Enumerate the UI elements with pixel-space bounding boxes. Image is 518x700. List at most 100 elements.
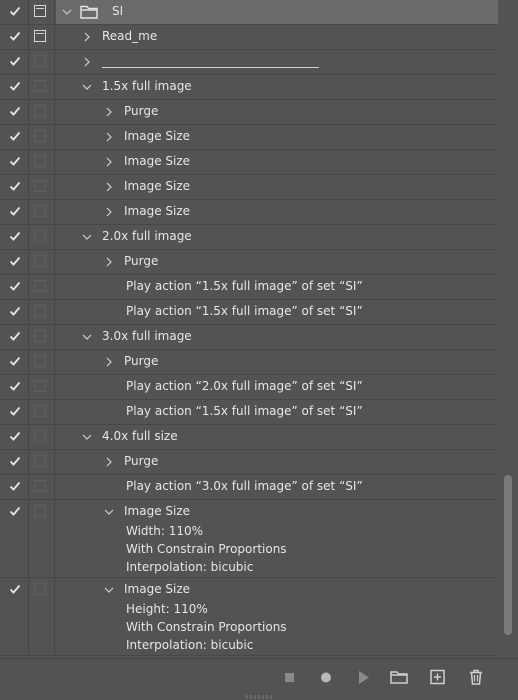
toggle-item-checkbox[interactable] [0, 175, 28, 199]
chevron-right-icon[interactable] [104, 132, 114, 142]
toggle-item-checkbox[interactable] [0, 125, 28, 149]
toggle-item-checkbox[interactable] [0, 300, 28, 324]
action-step-row[interactable]: Image Size Height: 110% With Constrain Pro… [0, 578, 498, 656]
row-content[interactable]: Purge [98, 100, 498, 124]
row-content[interactable]: Image Size [98, 150, 498, 174]
action-step-row[interactable]: Image Size [0, 150, 498, 175]
chevron-down-icon[interactable] [82, 232, 92, 242]
new-set-button[interactable] [387, 666, 411, 688]
toggle-dialog-checkbox[interactable] [29, 100, 54, 124]
action-step-row[interactable]: Purge [0, 100, 498, 125]
action-step-row[interactable]: Play action “1.5x full image” of set “SI… [0, 275, 498, 300]
action-row[interactable]: 1.5x full image [0, 75, 498, 100]
actions-list[interactable]: SI Read_me 1.5x full image Purge Image Size I… [0, 0, 498, 658]
toggle-item-checkbox[interactable] [0, 25, 28, 49]
row-content[interactable]: 3.0x full image [76, 325, 498, 349]
toggle-item-checkbox[interactable] [0, 150, 28, 174]
row-content[interactable]: 4.0x full size [76, 425, 498, 449]
chevron-right-icon[interactable] [104, 357, 114, 367]
row-content[interactable]: Image Size [98, 175, 498, 199]
record-button[interactable] [314, 666, 338, 688]
chevron-right-icon[interactable] [104, 157, 114, 167]
play-button[interactable] [351, 666, 375, 688]
toggle-dialog-checkbox[interactable] [29, 150, 54, 174]
toggle-dialog-checkbox[interactable] [29, 75, 54, 99]
toggle-item-checkbox[interactable] [0, 50, 28, 74]
action-row[interactable]: Read_me [0, 25, 498, 50]
row-content[interactable]: Image Size [98, 125, 498, 149]
toggle-dialog-checkbox[interactable] [29, 275, 54, 299]
row-content[interactable]: Play action “1.5x full image” of set “SI… [118, 400, 498, 424]
action-step-row[interactable]: Play action “1.5x full image” of set “SI… [0, 400, 498, 425]
toggle-dialog-checkbox[interactable] [29, 225, 54, 249]
scrollbar-thumb[interactable] [504, 475, 512, 635]
toggle-item-checkbox[interactable] [0, 200, 28, 224]
chevron-right-icon[interactable] [104, 257, 114, 267]
toggle-item-checkbox[interactable] [0, 475, 28, 499]
action-set-row[interactable]: SI [0, 0, 498, 25]
row-content[interactable]: 1.5x full image [76, 75, 498, 99]
toggle-item-checkbox[interactable] [0, 225, 28, 249]
action-step-row[interactable]: Play action “1.5x full image” of set “SI… [0, 300, 498, 325]
toggle-dialog-checkbox[interactable] [29, 500, 54, 577]
toggle-dialog-checkbox[interactable] [29, 300, 54, 324]
toggle-item-checkbox[interactable] [0, 578, 28, 655]
toggle-dialog-checkbox[interactable] [29, 200, 54, 224]
toggle-item-checkbox[interactable] [0, 450, 28, 474]
chevron-down-icon[interactable] [104, 507, 114, 517]
resize-grip[interactable] [246, 695, 272, 699]
chevron-right-icon[interactable] [104, 457, 114, 467]
action-step-row[interactable]: Image Size [0, 125, 498, 150]
toggle-item-checkbox[interactable] [0, 275, 28, 299]
chevron-down-icon[interactable] [82, 82, 92, 92]
action-row[interactable]: 4.0x full size [0, 425, 498, 450]
chevron-down-icon[interactable] [62, 7, 72, 17]
chevron-down-icon[interactable] [82, 332, 92, 342]
action-row[interactable] [0, 50, 498, 75]
action-step-row[interactable]: Image Size [0, 175, 498, 200]
row-content[interactable]: Image Size Width: 110% With Constrain Prop… [98, 500, 498, 577]
toggle-item-checkbox[interactable] [0, 250, 28, 274]
new-action-button[interactable] [426, 666, 450, 688]
chevron-right-icon[interactable] [82, 32, 92, 42]
toggle-dialog-checkbox[interactable] [29, 250, 54, 274]
toggle-dialog-checkbox[interactable] [29, 0, 54, 24]
row-content[interactable]: Purge [98, 450, 498, 474]
chevron-down-icon[interactable] [104, 585, 114, 595]
action-step-row[interactable]: Image Size Width: 110% With Constrain Prop… [0, 500, 498, 578]
toggle-item-checkbox[interactable] [0, 325, 28, 349]
action-row[interactable]: 3.0x full image [0, 325, 498, 350]
chevron-down-icon[interactable] [82, 432, 92, 442]
action-step-row[interactable]: Play action “2.0x full image” of set “SI… [0, 375, 498, 400]
toggle-item-checkbox[interactable] [0, 500, 28, 577]
toggle-dialog-checkbox[interactable] [29, 578, 54, 655]
toggle-dialog-checkbox[interactable] [29, 350, 54, 374]
toggle-dialog-checkbox[interactable] [29, 50, 54, 74]
row-content[interactable]: Play action “1.5x full image” of set “SI… [118, 275, 498, 299]
stop-button[interactable] [278, 666, 302, 688]
chevron-right-icon[interactable] [82, 57, 92, 67]
toggle-dialog-checkbox[interactable] [29, 125, 54, 149]
row-content[interactable]: Purge [98, 250, 498, 274]
toggle-item-checkbox[interactable] [0, 425, 28, 449]
toggle-dialog-checkbox[interactable] [29, 375, 54, 399]
toggle-item-checkbox[interactable] [0, 375, 28, 399]
row-content[interactable]: Read_me [76, 25, 498, 49]
toggle-item-checkbox[interactable] [0, 400, 28, 424]
row-content[interactable]: Purge [98, 350, 498, 374]
action-step-row[interactable]: Play action “3.0x full image” of set “SI… [0, 475, 498, 500]
row-content[interactable] [76, 50, 498, 74]
row-content[interactable]: Play action “2.0x full image” of set “SI… [118, 375, 498, 399]
toggle-item-checkbox[interactable] [0, 100, 28, 124]
toggle-item-checkbox[interactable] [0, 0, 28, 24]
action-step-row[interactable]: Purge [0, 350, 498, 375]
row-content[interactable]: Image Size [98, 200, 498, 224]
action-step-row[interactable]: Purge [0, 250, 498, 275]
row-content[interactable]: 2.0x full image [76, 225, 498, 249]
delete-button[interactable] [464, 666, 488, 688]
row-content[interactable]: Play action “3.0x full image” of set “SI… [118, 475, 498, 499]
toggle-dialog-checkbox[interactable] [29, 25, 54, 49]
toggle-dialog-checkbox[interactable] [29, 325, 54, 349]
row-content[interactable]: SI [56, 0, 498, 24]
toggle-item-checkbox[interactable] [0, 75, 28, 99]
